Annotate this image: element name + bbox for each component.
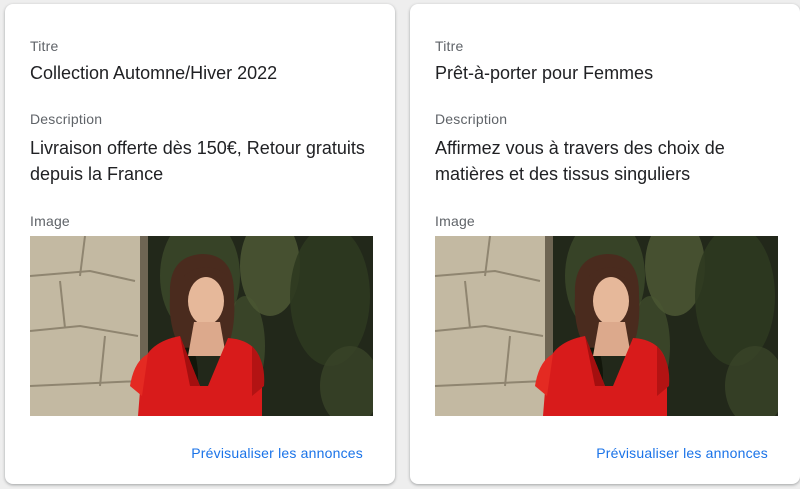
title-label: Titre — [30, 38, 59, 54]
title-label: Titre — [435, 38, 464, 54]
title-value: Prêt-à-porter pour Femmes — [435, 63, 654, 83]
preview-ads-link[interactable]: Prévisualiser les annonces — [191, 445, 363, 461]
image-label: Image — [435, 213, 475, 229]
description-value: Affirmez vous à travers des choix de mat… — [435, 138, 725, 184]
ad-image — [435, 236, 778, 416]
preview-ads-link[interactable]: Prévisualiser les annonces — [596, 445, 768, 461]
title-value: Collection Automne/Hiver 2022 — [30, 63, 278, 83]
ad-card-2: Titre Prêt-à-porter pour Femmes Descript… — [410, 4, 800, 484]
description-label: Description — [30, 111, 103, 127]
ad-image — [30, 236, 373, 416]
image-label: Image — [30, 213, 70, 229]
ad-preview-cards: Titre Collection Automne/Hiver 2022 Desc… — [0, 0, 800, 489]
ad-card-1: Titre Collection Automne/Hiver 2022 Desc… — [5, 4, 395, 484]
description-value: Livraison offerte dès 150€, Retour gratu… — [30, 138, 365, 184]
description-label: Description — [435, 111, 508, 127]
